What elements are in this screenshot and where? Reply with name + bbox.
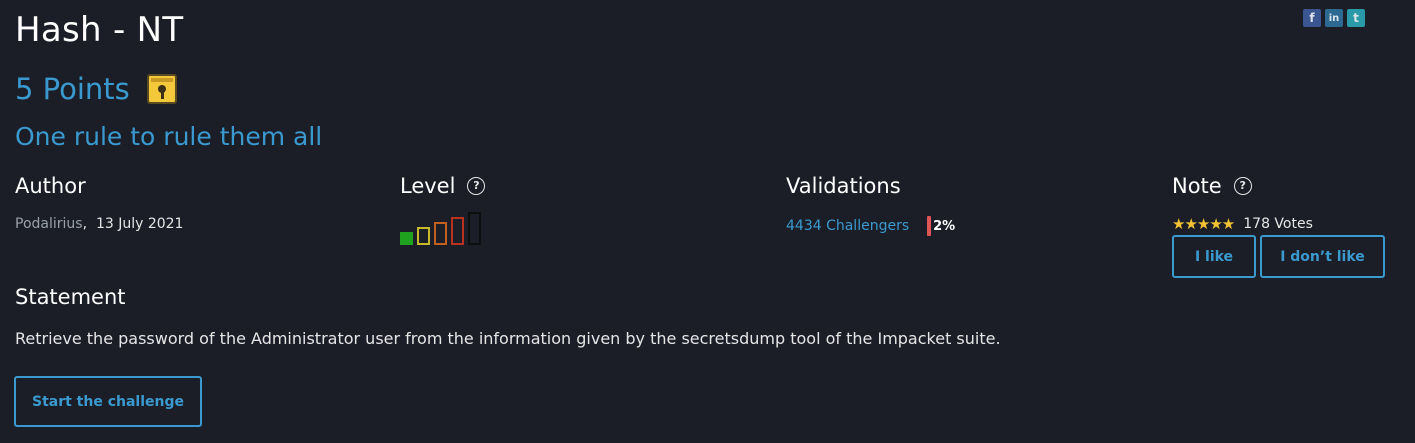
author-heading-label: Author: [15, 174, 86, 198]
star-rating: ★★★★★: [1172, 215, 1235, 233]
statement-heading: Statement: [15, 285, 126, 309]
twitter-icon[interactable]: t: [1347, 9, 1365, 27]
start-challenge-button[interactable]: Start the challenge: [14, 376, 202, 427]
level-bar: [468, 212, 481, 245]
challenge-page: Hash - NT f in t 5 Points One rule to ru…: [0, 0, 1415, 443]
validations-info: 4434 Challengers 2%: [786, 216, 955, 236]
page-title: Hash - NT: [15, 10, 184, 50]
author-info: Podalirius, 13 July 2021: [15, 216, 183, 232]
social-share-bar: f in t: [1303, 9, 1365, 27]
note-heading: Note ?: [1172, 174, 1252, 198]
dislike-button[interactable]: I don’t like: [1260, 235, 1385, 278]
linkedin-icon[interactable]: in: [1325, 9, 1343, 27]
facebook-icon[interactable]: f: [1303, 9, 1321, 27]
level-bar: [451, 217, 464, 245]
level-indicator: [400, 212, 481, 245]
points-row: 5 Points: [15, 72, 177, 106]
author-heading: Author: [15, 174, 86, 198]
level-bar: [400, 232, 413, 245]
help-icon[interactable]: ?: [467, 177, 486, 195]
votes-count: 178 Votes: [1243, 216, 1313, 232]
challengers-link[interactable]: 4434 Challengers: [786, 218, 909, 234]
help-icon[interactable]: ?: [1233, 177, 1252, 195]
success-rate-bar: [927, 216, 932, 236]
level-bar: [434, 222, 447, 245]
rating-row: ★★★★★ 178 Votes: [1172, 215, 1313, 233]
success-rate-text: 2%: [933, 218, 956, 234]
author-separator: ,: [82, 216, 88, 232]
note-heading-label: Note: [1172, 174, 1222, 198]
level-heading: Level ?: [400, 174, 486, 198]
points-label: 5 Points: [15, 72, 130, 106]
challenge-subtitle: One rule to rule them all: [15, 122, 323, 151]
lock-icon: [146, 74, 177, 104]
author-name-link[interactable]: Podalirius: [15, 216, 83, 232]
author-date: 13 July 2021: [95, 216, 184, 232]
statement-text: Retrieve the password of the Administrat…: [15, 329, 1001, 348]
validations-heading-label: Validations: [786, 174, 901, 198]
like-button[interactable]: I like: [1172, 235, 1256, 278]
level-heading-label: Level: [400, 174, 456, 198]
level-bar: [417, 227, 430, 245]
validations-heading: Validations: [786, 174, 901, 198]
